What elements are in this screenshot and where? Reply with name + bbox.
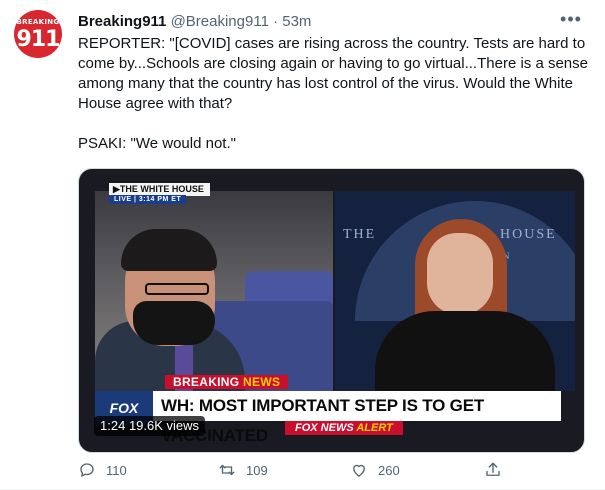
share-icon [486,462,500,476]
handle[interactable]: @Breaking911 [171,13,269,30]
video-stats-badge: 1:24 19.6K views [94,416,206,436]
share-button[interactable] [484,460,512,480]
video-frame-psaki: THE HOUSE TON [335,191,575,391]
timestamp[interactable]: 53m [282,13,311,30]
breaking-news-banner: BREAKING NEWS [165,375,289,389]
news-word: NEWS [243,375,281,389]
tweet-header: Breaking911 @Breaking911 · 53m [78,12,311,32]
like-button[interactable]: 260 [350,460,400,480]
avatar-logo-number: 911 [16,27,61,52]
seal-text-left: THE [343,227,377,242]
psaki-body [375,311,555,391]
avatar-logo-text: BREAKING [16,18,60,26]
video-frame-reporter [95,191,333,391]
video-duration: 1:24 [100,418,126,433]
reporter-mask [133,301,215,345]
alert-word: ALERT [356,422,393,434]
retweet-icon [219,464,235,476]
view-count: 19.6K views [128,418,200,433]
reporter-hair [121,229,217,271]
live-tag: LIVE | 3:14 PM ET [109,195,187,204]
alert-brand: FOX NEWS [295,422,354,434]
tweet-paragraph: REPORTER: "[COVID] cases are rising acro… [78,35,588,112]
psaki-face [427,233,493,315]
retweet-count: 109 [246,462,268,478]
avatar[interactable]: BREAKING 911 [14,10,62,58]
fox-news-alert: FOX NEWS ALERT [285,421,403,435]
tweet-text: REPORTER: "[COVID] cases are rising acro… [78,34,588,154]
headline: WH: MOST IMPORTANT STEP IS TO GET VACCIN… [153,391,561,445]
like-count: 260 [378,462,400,478]
tweet[interactable]: BREAKING 911 Breaking911 @Breaking911 · … [0,0,605,490]
video-player[interactable]: THE HOUSE TON ▶THE WHITE HOUSE LIVE | 3:… [78,168,585,453]
reporter-glasses [145,283,209,295]
heart-icon [353,464,365,477]
retweet-button[interactable]: 109 [218,460,268,480]
seal-text-right: HOUSE [500,227,557,242]
action-bar: 110 109 260 [78,460,508,480]
tweet-paragraph: PSAKI: "We would not." [78,135,236,152]
reply-icon [80,463,94,477]
breaking-word: BREAKING [173,375,240,389]
display-name[interactable]: Breaking911 [78,13,166,30]
separator: · [273,13,279,30]
reply-button[interactable]: 110 [78,460,127,480]
more-options-icon[interactable]: ••• [559,10,583,32]
reply-count: 110 [106,462,127,478]
